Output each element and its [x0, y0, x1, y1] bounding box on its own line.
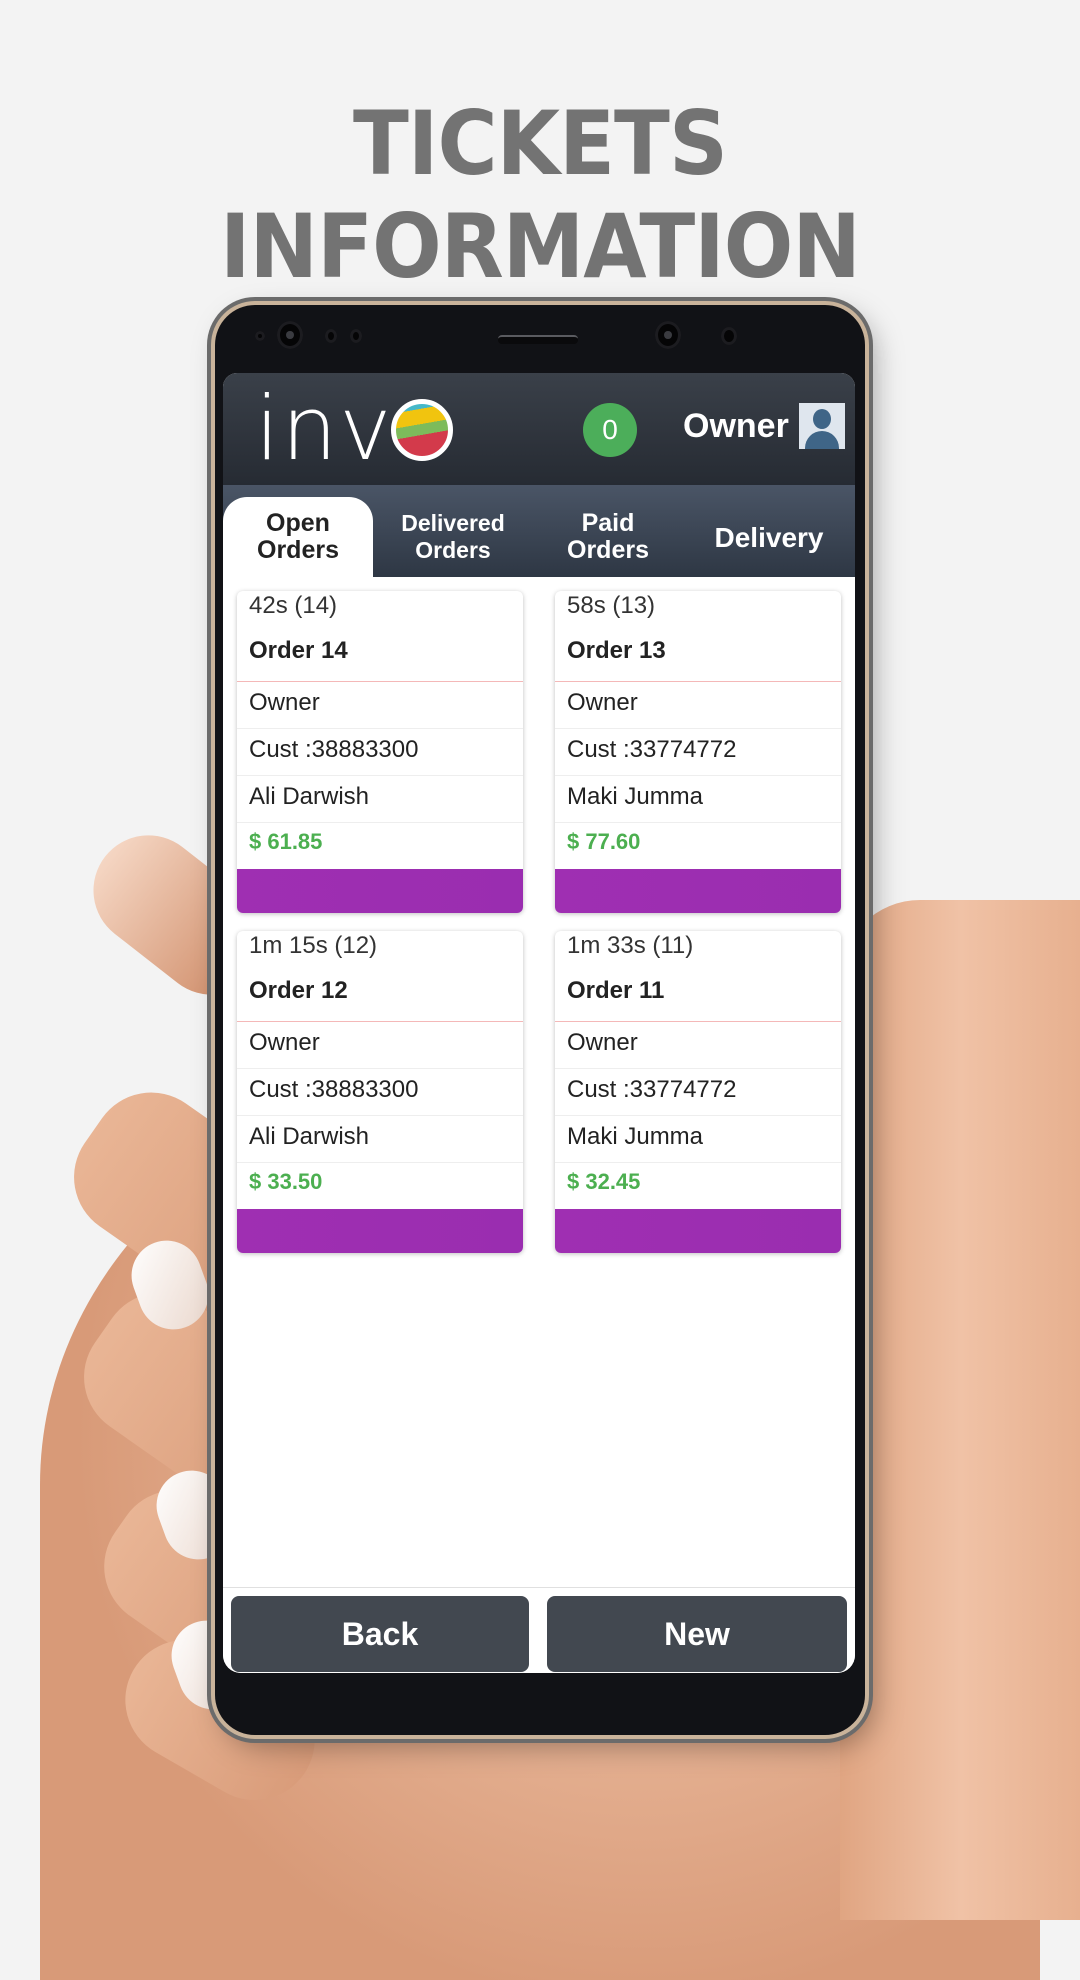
app-header: inv 0 Owner — [223, 373, 855, 485]
logo-ball-icon — [391, 399, 454, 461]
order-total: $ 33.50 — [249, 1169, 323, 1194]
orders-grid: 42s (14) Order 14 Owner Cust :38883300 A… — [223, 577, 855, 1587]
order-elapsed-time: 1m 15s (12) — [249, 932, 378, 959]
phone-device: inv 0 Owner Open Orders Delivered Orders… — [215, 305, 865, 1735]
order-customer-name: Ali Darwish — [237, 776, 523, 823]
back-button[interactable]: Back — [231, 1596, 529, 1672]
tab-label: Open Orders — [257, 509, 339, 564]
order-title: Order 13 — [555, 625, 841, 682]
order-card[interactable]: 1m 33s (11) Order 11 Owner Cust :3377477… — [555, 931, 841, 1253]
tab-label: Delivered Orders — [401, 510, 505, 563]
hand-thumb — [840, 900, 1080, 1920]
tab-open-orders[interactable]: Open Orders — [223, 497, 373, 577]
order-total: $ 77.60 — [567, 829, 641, 854]
sensor-icon — [325, 329, 337, 343]
order-total: $ 61.85 — [249, 829, 323, 854]
logo-text: inv — [255, 377, 394, 480]
sensor-icon — [721, 327, 737, 345]
order-employee: Owner — [237, 1022, 523, 1069]
order-elapsed-time: 42s (14) — [249, 592, 338, 619]
order-tabs: Open Orders Delivered Orders Paid Orders… — [223, 485, 855, 577]
invo-logo: inv — [255, 377, 454, 480]
order-title: Order 12 — [237, 965, 523, 1022]
iris-camera-icon — [655, 321, 681, 349]
order-employee: Owner — [237, 682, 523, 729]
order-card[interactable]: 58s (13) Order 13 Owner Cust :33774772 M… — [555, 591, 841, 913]
earpiece-speaker — [498, 335, 578, 344]
tab-label: Paid Orders — [567, 509, 649, 564]
order-card[interactable]: 42s (14) Order 14 Owner Cust :38883300 A… — [237, 591, 523, 913]
order-status-bar[interactable] — [555, 869, 841, 913]
order-employee: Owner — [555, 1022, 841, 1069]
new-order-button[interactable]: New — [547, 1596, 847, 1672]
order-customer-name: Maki Jumma — [555, 776, 841, 823]
footer-actions: Back New — [223, 1587, 855, 1673]
tab-paid-orders[interactable]: Paid Orders — [533, 497, 683, 577]
order-customer-name: Ali Darwish — [237, 1116, 523, 1163]
user-avatar-icon[interactable] — [799, 403, 845, 449]
app-screen: inv 0 Owner Open Orders Delivered Orders… — [223, 373, 855, 1673]
order-title: Order 11 — [555, 965, 841, 1022]
sensor-icon — [350, 329, 362, 343]
order-elapsed-time: 1m 33s (11) — [567, 932, 694, 959]
order-status-bar[interactable] — [237, 1209, 523, 1253]
front-camera-icon — [277, 321, 303, 349]
order-customer-phone: Cust :33774772 — [555, 1069, 841, 1116]
order-status-bar[interactable] — [555, 1209, 841, 1253]
order-customer-name: Maki Jumma — [555, 1116, 841, 1163]
order-elapsed-time: 58s (13) — [567, 592, 656, 619]
order-status-bar[interactable] — [237, 869, 523, 913]
order-customer-phone: Cust :38883300 — [237, 729, 523, 776]
tab-delivery[interactable]: Delivery — [683, 497, 855, 577]
order-customer-phone: Cust :33774772 — [555, 729, 841, 776]
user-name[interactable]: Owner — [683, 407, 789, 446]
order-employee: Owner — [555, 682, 841, 729]
tab-label: Delivery — [714, 521, 824, 553]
tab-delivered-orders[interactable]: Delivered Orders — [373, 497, 533, 577]
phone-top-bezel — [215, 305, 865, 375]
order-title: Order 14 — [237, 625, 523, 682]
order-total: $ 32.45 — [567, 1169, 641, 1194]
notification-badge[interactable]: 0 — [583, 403, 637, 457]
order-card[interactable]: 1m 15s (12) Order 12 Owner Cust :3888330… — [237, 931, 523, 1253]
sensor-icon — [255, 331, 265, 341]
order-customer-phone: Cust :38883300 — [237, 1069, 523, 1116]
page-headline: TICKETS INFORMATION — [220, 92, 861, 298]
